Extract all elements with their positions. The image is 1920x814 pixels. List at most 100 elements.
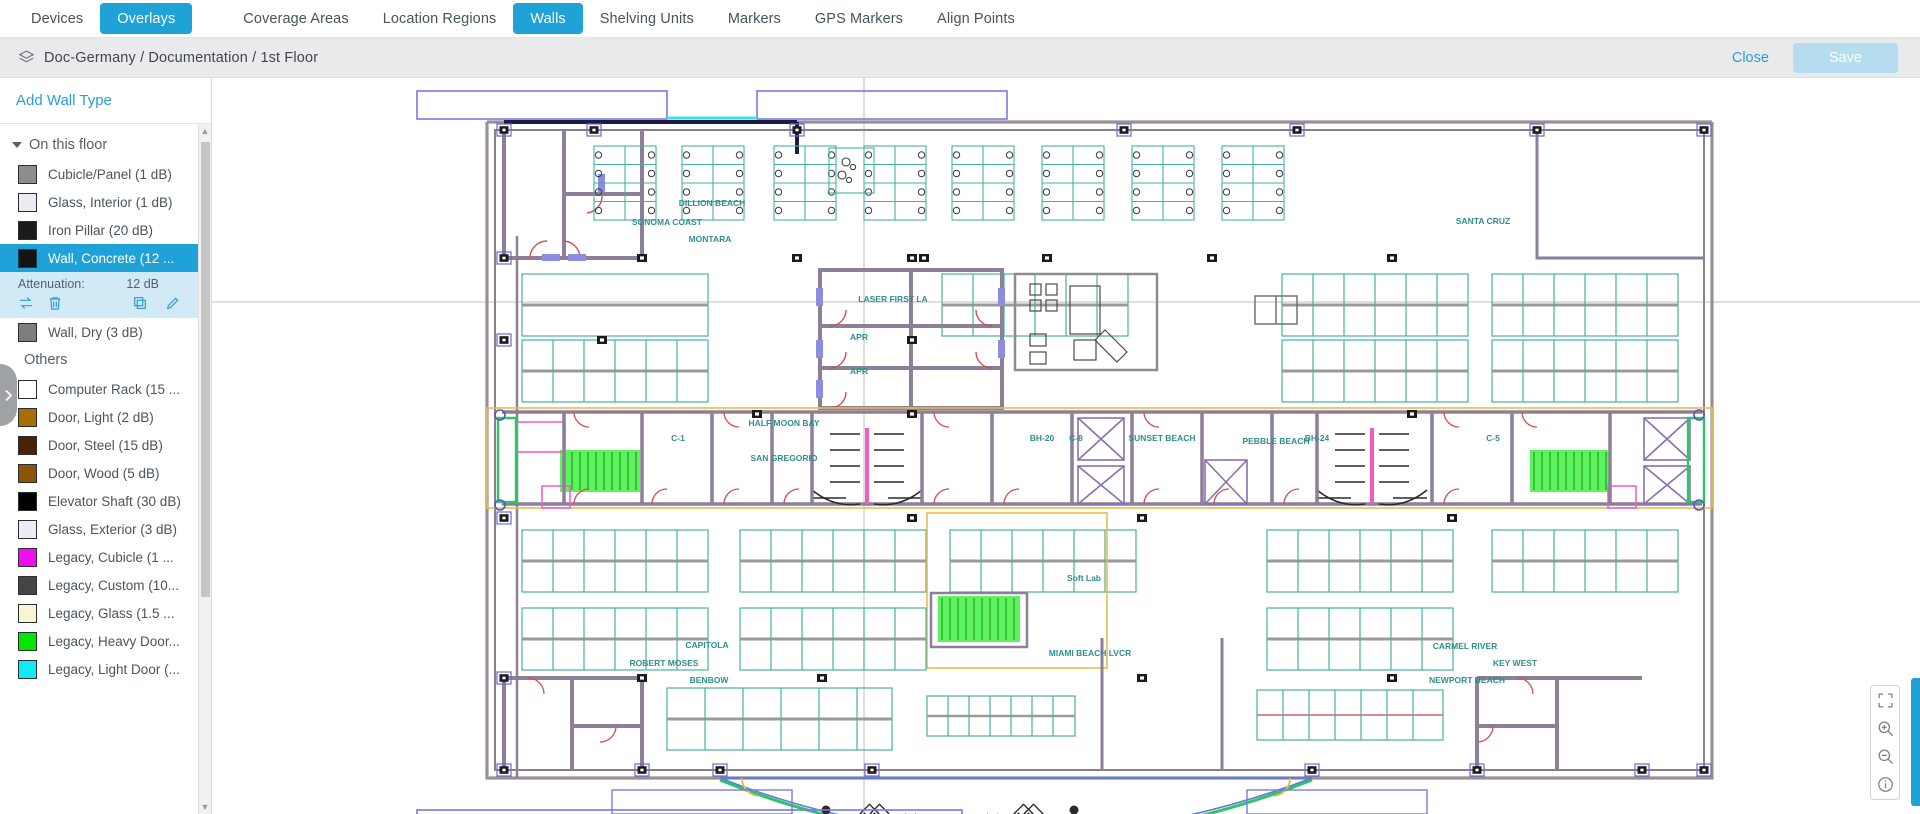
save-button[interactable]: Save [1792,42,1898,73]
subtab-align-points[interactable]: Align Points [920,0,1032,37]
breadcrumb-actions: Close Save [1724,42,1898,73]
wall-type-item[interactable]: Cubicle/Panel (1 dB) [0,160,211,188]
pencil-icon[interactable] [165,295,181,311]
wall-type-label: Legacy, Custom (10... [48,577,180,593]
add-wall-type-button[interactable]: Add Wall Type [0,78,211,124]
wall-type-label: Legacy, Heavy Door... [48,633,180,649]
wall-type-item[interactable]: Glass, Exterior (3 dB) [0,515,211,543]
wall-type-item[interactable]: Glass, Interior (1 dB) [0,188,211,216]
wall-type-label: Door, Steel (15 dB) [48,437,163,453]
wall-color-swatch [18,220,37,240]
fit-to-screen-icon[interactable] [1876,691,1895,710]
attenuation-label: Attenuation: [18,277,85,291]
wall-color-swatch [18,491,37,511]
room-label: BH-24 [1305,433,1330,443]
wall-color-swatch [18,322,37,342]
room-label: LASER FIRST LA [858,294,927,304]
close-button[interactable]: Close [1724,46,1777,70]
room-label: BH-20 [1030,433,1055,443]
room-label-group: SONOMA COAST DILLION BEACH MONTARA SANTA CR… [630,198,1538,685]
wall-type-label: Door, Wood (5 dB) [48,465,160,481]
info-icon[interactable] [1876,775,1895,794]
wall-type-item[interactable]: Door, Light (2 dB) [0,403,211,431]
wall-type-item[interactable]: Door, Wood (5 dB) [0,459,211,487]
subtab-gps-markers[interactable]: GPS Markers [798,0,920,37]
wall-type-item[interactable]: Legacy, Custom (10... [0,571,211,599]
layers-icon [18,50,35,63]
room-label: CAPITOLA [685,640,728,650]
zoom-in-icon[interactable] [1876,719,1895,738]
wall-type-item[interactable]: Computer Rack (15 ... [0,375,211,403]
room-label: ROBERT MOSES [630,658,699,668]
tab-overlays[interactable]: Overlays [100,3,193,34]
wall-type-item[interactable]: Wall, Concrete (12 ... [0,244,211,272]
sidebar-collapse-handle[interactable] [0,364,17,426]
wall-type-item[interactable]: Wall, Dry (3 dB) [0,318,211,346]
wall-type-item[interactable]: Iron Pillar (20 dB) [0,216,211,244]
room-label: SONOMA COAST [632,217,703,227]
wall-color-swatch [18,407,37,427]
room-label: Soft Lab [1067,573,1101,583]
wall-type-label: Legacy, Light Door (... [48,661,180,677]
room-label: APR [850,366,868,376]
room-label: APR [850,332,868,342]
room-label: HALF MOON BAY [749,418,820,428]
wall-type-label: Computer Rack (15 ... [48,381,181,397]
wall-type-item[interactable]: Legacy, Heavy Door... [0,627,211,655]
wall-type-label: Cubicle/Panel (1 dB) [48,166,172,182]
right-panel-handle[interactable] [1911,678,1920,806]
wall-color-swatch [18,435,37,455]
sidebar-scrollbar[interactable]: ▲ ▼ [198,124,211,814]
subtab-coverage-areas[interactable]: Coverage Areas [226,0,365,37]
zoom-out-icon[interactable] [1876,747,1895,766]
floorplan-drawing[interactable]: SONOMA COAST DILLION BEACH MONTARA SANTA CR… [212,78,1920,814]
tab-devices[interactable]: Devices [14,0,100,37]
wall-type-label: Glass, Exterior (3 dB) [48,521,178,537]
wall-type-label: Wall, Dry (3 dB) [48,324,143,340]
wall-type-item[interactable]: Door, Steel (15 dB) [0,431,211,459]
wall-type-item[interactable]: Legacy, Light Door (... [0,655,211,683]
wall-group-others[interactable]: Others [0,346,211,375]
wall-color-swatch [18,192,37,212]
scroll-down-arrow[interactable]: ▼ [199,800,211,814]
wall-type-item[interactable]: Legacy, Cubicle (1 ... [0,543,211,571]
wall-color-swatch [18,164,37,184]
scroll-up-arrow[interactable]: ▲ [199,124,211,138]
scrollbar-thumb[interactable] [201,142,210,597]
trash-icon[interactable] [47,295,63,311]
wall-group-label: Others [24,352,68,368]
wall-color-swatch [18,463,37,483]
wall-group-on-this-floor[interactable]: On this floor [0,131,211,160]
swap-icon[interactable] [18,295,34,311]
wall-color-swatch [18,379,37,399]
wall-color-swatch [18,631,37,651]
chevron-right-icon [5,389,13,401]
wall-type-item[interactable]: Legacy, Glass (1.5 ... [0,599,211,627]
room-label: MONTARA [689,234,732,244]
breadcrumb-bar: Doc-Germany / Documentation / 1st Floor … [0,38,1920,78]
wall-color-swatch [18,603,37,623]
wall-type-label: Door, Light (2 dB) [48,409,154,425]
walls-editor-app: Devices Overlays Coverage Areas Location R… [0,0,1920,814]
room-label: SANTA CRUZ [1456,216,1510,226]
top-toolbar: Devices Overlays Coverage Areas Location R… [0,0,1920,38]
room-label: C-5 [1486,433,1500,443]
subtab-shelving-units[interactable]: Shelving Units [583,0,711,37]
room-label: SUNSET BEACH [1128,433,1195,443]
room-label: C-1 [671,433,685,443]
wall-type-label: Legacy, Cubicle (1 ... [48,549,174,565]
primary-tab-group: Devices Overlays [14,0,193,37]
subtab-location-regions[interactable]: Location Regions [366,0,514,37]
wall-type-list[interactable]: On this floor Cubicle/Panel (1 dB) Glass, … [0,124,211,814]
subtab-walls[interactable]: Walls [513,3,583,34]
breadcrumb: Doc-Germany / Documentation / 1st Floor [18,49,1724,66]
subtab-markers[interactable]: Markers [711,0,798,37]
secondary-tab-group: Coverage Areas Location Regions Walls Shelv… [226,0,1032,37]
wall-type-label: Legacy, Glass (1.5 ... [48,605,175,621]
wall-color-swatch [18,659,37,679]
wall-type-item[interactable]: Elevator Shaft (30 dB) [0,487,211,515]
wall-type-label: Wall, Concrete (12 ... [48,250,175,266]
copy-icon[interactable] [132,295,148,311]
wall-group-label: On this floor [29,137,108,153]
floorplan-canvas[interactable]: SONOMA COAST DILLION BEACH MONTARA SANTA CR… [212,78,1920,814]
